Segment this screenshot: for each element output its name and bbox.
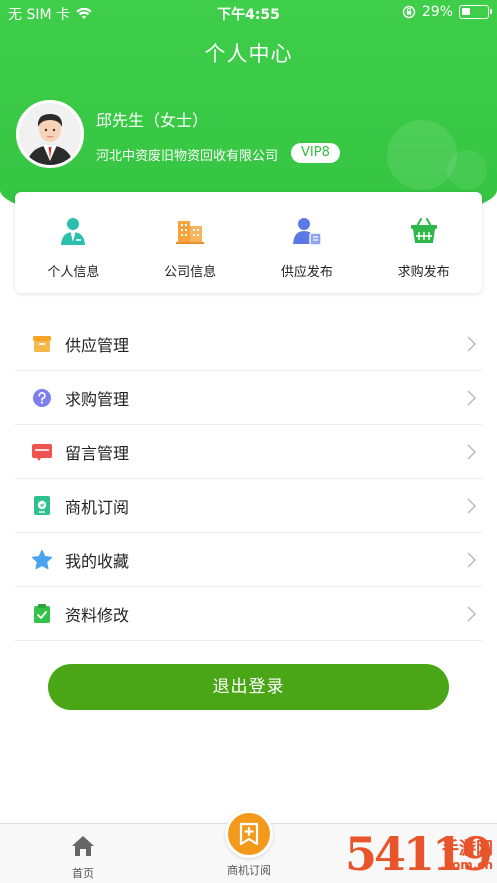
tab-center-circle (225, 810, 273, 858)
status-bar: 无 SIM 卡 下午4:55 29% (0, 0, 497, 26)
message-icon (31, 441, 53, 463)
vip-badge: VIP8 (291, 143, 340, 163)
chevron-right-icon (467, 552, 477, 568)
watermark-text: 手游网 (442, 839, 493, 859)
quick-action-purchase-publish[interactable]: 求购发布 (365, 192, 482, 293)
watermark-logo: 54119 手游网 .com.cn (345, 828, 497, 883)
supply-publish-icon (290, 214, 324, 248)
chevron-right-icon (467, 390, 477, 406)
menu-item-label: 求购管理 (65, 389, 130, 409)
header-decoration (387, 120, 457, 190)
user-name: 邱先生（女士） (96, 111, 209, 130)
basket-icon (407, 214, 441, 248)
quick-action-personal-info[interactable]: 个人信息 (15, 192, 132, 293)
user-icon (56, 214, 90, 248)
chevron-right-icon (467, 444, 477, 460)
question-icon (31, 387, 53, 409)
quick-action-label: 个人信息 (47, 265, 100, 280)
clipboard-check-icon (31, 603, 53, 625)
quick-actions-card: 个人信息 公司信息 供应发布 求购发布 (15, 192, 482, 293)
star-icon (31, 549, 53, 571)
menu-item-purchase-management[interactable]: 求购管理 (15, 371, 482, 425)
header-decoration (447, 150, 487, 190)
quick-action-supply-publish[interactable]: 供应发布 (249, 192, 366, 293)
bookmark-add-icon (239, 822, 259, 846)
building-icon (173, 214, 207, 248)
chevron-right-icon (467, 498, 477, 514)
tab-subscribe-label: 商机订阅 (227, 864, 271, 877)
menu-item-message-management[interactable]: 留言管理 (15, 425, 482, 479)
avatar-image (19, 103, 81, 165)
home-icon (72, 836, 94, 856)
battery-percent: 29% (421, 4, 453, 20)
logout-button[interactable]: 退出登录 (48, 664, 449, 710)
chevron-right-icon (467, 336, 477, 352)
quick-action-label: 求购发布 (397, 265, 450, 280)
status-right: 29% (402, 4, 492, 20)
menu-item-supply-management[interactable]: 供应管理 (15, 317, 482, 371)
menu-item-my-favorites[interactable]: 我的收藏 (15, 533, 482, 587)
menu-item-label: 留言管理 (65, 443, 130, 463)
menu-item-label: 商机订阅 (65, 497, 130, 517)
menu-item-label: 我的收藏 (65, 551, 130, 571)
subscribe-icon (31, 495, 53, 517)
chevron-right-icon (467, 606, 477, 622)
menu-list: 供应管理 求购管理 留言管理 商机订阅 我的收藏 资料修改 (15, 317, 482, 641)
page: 无 SIM 卡 下午4:55 29% 个人中心 邱先生（女士） 河北中资废旧物资… (0, 0, 497, 883)
quick-action-label: 公司信息 (164, 265, 217, 280)
tab-business-subscription[interactable]: 商机订阅 (220, 810, 278, 878)
tab-home-label: 首页 (72, 867, 94, 880)
menu-item-business-subscription[interactable]: 商机订阅 (15, 479, 482, 533)
tab-home[interactable]: 首页 (55, 834, 111, 881)
page-title: 个人中心 (204, 42, 293, 66)
avatar[interactable] (16, 100, 84, 168)
menu-item-label: 资料修改 (65, 605, 130, 625)
battery-icon (459, 5, 492, 19)
menu-item-edit-profile[interactable]: 资料修改 (15, 587, 482, 641)
box-icon (31, 333, 53, 355)
quick-action-label: 供应发布 (280, 265, 333, 280)
menu-item-label: 供应管理 (65, 335, 130, 355)
watermark-url: .com.cn (440, 858, 493, 872)
quick-action-company-info[interactable]: 公司信息 (132, 192, 249, 293)
company-name: 河北中资废旧物资回收有限公司 (96, 149, 279, 164)
orientation-lock-icon (402, 5, 416, 19)
